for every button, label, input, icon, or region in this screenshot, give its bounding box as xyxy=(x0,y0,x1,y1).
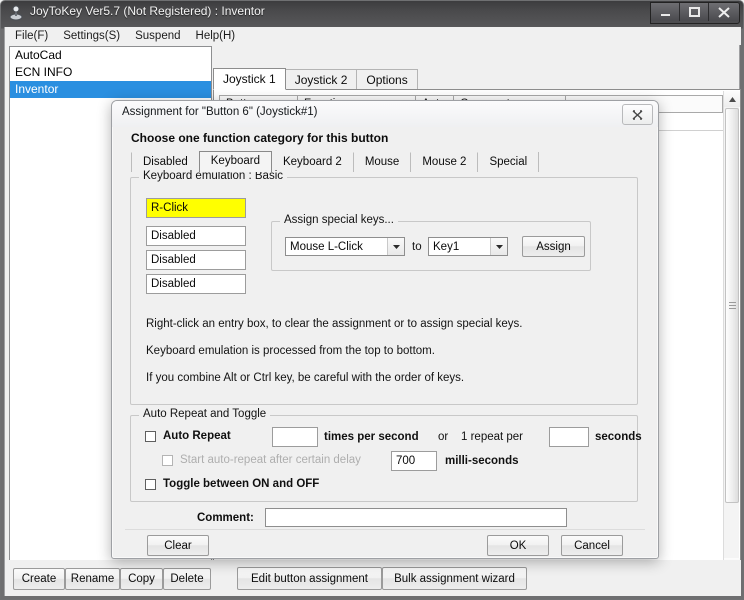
close-icon[interactable] xyxy=(622,104,653,125)
keyboard-entry-3[interactable]: Disabled xyxy=(146,250,246,270)
menubar: File(F) Settings(S) Suspend Help(H) xyxy=(5,27,741,45)
dialog-titlebar[interactable]: Assignment for "Button 6" (Joystick#1) xyxy=(112,101,658,127)
grid-vertical-scrollbar[interactable] xyxy=(723,91,740,574)
start-delay-label: Start auto-repeat after certain delay xyxy=(180,454,361,466)
menu-item-settings[interactable]: Settings(S) xyxy=(57,29,129,43)
tab-options[interactable]: Options xyxy=(356,69,418,90)
assign-button[interactable]: Assign xyxy=(522,236,585,257)
scrollbar-thumb[interactable] xyxy=(725,108,739,503)
tab-joystick-2[interactable]: Joystick 2 xyxy=(284,69,358,90)
auto-repeat-label: Auto Repeat xyxy=(163,430,231,442)
edit-button-assignment-button[interactable]: Edit button assignment xyxy=(237,567,382,590)
keyboard-note-1: Right-click an entry box, to clear the a… xyxy=(146,318,523,330)
copy-button[interactable]: Copy xyxy=(120,568,163,590)
auto-repeat-legend: Auto Repeat and Toggle xyxy=(139,408,271,420)
function-category-tabs: Disabled Keyboard Keyboard 2 Mouse Mouse… xyxy=(131,151,550,172)
milli-seconds-label: milli-seconds xyxy=(445,455,519,467)
seconds-label: seconds xyxy=(595,431,642,443)
one-repeat-per-label: 1 repeat per xyxy=(461,431,524,443)
tab-strip-filler xyxy=(416,69,427,90)
assign-special-keys-legend: Assign special keys... xyxy=(280,214,398,226)
chevron-down-icon[interactable] xyxy=(387,238,404,255)
keyboard-emulation-group: Keyboard emulation : Basic R-Click Disab… xyxy=(130,170,638,405)
minimize-icon[interactable] xyxy=(651,3,680,21)
start-delay-checkbox[interactable] xyxy=(162,454,173,466)
category-tab-filler xyxy=(538,152,550,172)
delay-milliseconds-input[interactable]: 700 xyxy=(391,451,437,471)
comment-input[interactable] xyxy=(265,508,567,527)
tab-disabled[interactable]: Disabled xyxy=(131,152,200,172)
clear-button[interactable]: Clear xyxy=(147,535,209,556)
toggle-on-off-checkbox-row[interactable]: Toggle between ON and OFF xyxy=(145,478,319,490)
cancel-button[interactable]: Cancel xyxy=(561,535,623,556)
tab-mouse[interactable]: Mouse xyxy=(352,152,412,172)
joystick-icon xyxy=(8,5,24,21)
tab-special[interactable]: Special xyxy=(477,152,540,172)
comment-label: Comment: xyxy=(197,512,254,524)
close-icon[interactable] xyxy=(709,3,739,21)
menu-item-suspend[interactable]: Suspend xyxy=(129,29,189,43)
special-key-target-value: Key1 xyxy=(433,240,460,253)
assign-special-keys-group: Assign special keys... Mouse L-Click to … xyxy=(271,214,591,271)
chevron-down-icon[interactable] xyxy=(490,238,507,255)
joystick-tabs: Joystick 1 Joystick 2 Options xyxy=(213,68,427,90)
keyboard-note-3: If you combine Alt or Ctrl key, be caref… xyxy=(146,372,465,384)
toggle-on-off-label: Toggle between ON and OFF xyxy=(163,478,320,490)
special-key-source-select[interactable]: Mouse L-Click xyxy=(285,237,405,256)
assign-to-label: to xyxy=(412,241,422,253)
ok-button[interactable]: OK xyxy=(487,535,549,556)
keyboard-entry-4[interactable]: Disabled xyxy=(146,274,246,294)
window-titlebar[interactable]: JoyToKey Ver5.7 (Not Registered) : Inven… xyxy=(0,0,744,27)
tab-keyboard[interactable]: Keyboard xyxy=(198,151,272,172)
dialog-heading: Choose one function category for this bu… xyxy=(131,131,389,145)
assignment-dialog: Assignment for "Button 6" (Joystick#1) C… xyxy=(111,100,659,559)
delete-button[interactable]: Delete xyxy=(163,568,211,590)
window-controls xyxy=(650,2,740,24)
auto-repeat-checkbox[interactable] xyxy=(145,430,156,442)
profile-item-autocad[interactable]: AutoCad xyxy=(10,47,211,64)
keyboard-note-2: Keyboard emulation is processed from the… xyxy=(146,345,435,357)
times-per-second-label: times per second xyxy=(324,431,419,443)
profile-item-ecn-info[interactable]: ECN INFO xyxy=(10,64,211,81)
maximize-icon[interactable] xyxy=(680,3,709,21)
window-title: JoyToKey Ver5.7 (Not Registered) : Inven… xyxy=(30,4,265,18)
special-key-source-value: Mouse L-Click xyxy=(290,240,363,253)
dialog-title: Assignment for "Button 6" (Joystick#1) xyxy=(122,106,318,118)
scroll-up-icon[interactable] xyxy=(724,91,740,107)
seconds-input[interactable] xyxy=(549,427,589,447)
tab-keyboard-2[interactable]: Keyboard 2 xyxy=(270,152,354,172)
bulk-assignment-wizard-button[interactable]: Bulk assignment wizard xyxy=(382,567,527,590)
toggle-on-off-checkbox[interactable] xyxy=(145,478,156,490)
tab-joystick-1[interactable]: Joystick 1 xyxy=(213,68,286,90)
dialog-separator xyxy=(125,529,645,530)
bottom-toolbar: Create Rename Copy Delete Edit button as… xyxy=(5,560,741,596)
times-per-second-input[interactable] xyxy=(272,427,318,447)
rename-button[interactable]: Rename xyxy=(65,568,120,590)
start-delay-checkbox-row[interactable]: Start auto-repeat after certain delay xyxy=(162,454,361,466)
menu-item-file[interactable]: File(F) xyxy=(9,29,57,43)
auto-repeat-checkbox-row[interactable]: Auto Repeat xyxy=(145,430,231,442)
scrollbar-grip-icon xyxy=(729,301,736,310)
joytokey-main-window: JoyToKey Ver5.7 (Not Registered) : Inven… xyxy=(0,0,744,600)
create-button[interactable]: Create xyxy=(13,568,65,590)
menu-item-help[interactable]: Help(H) xyxy=(190,29,245,43)
keyboard-entry-1[interactable]: R-Click xyxy=(146,198,246,218)
or-label: or xyxy=(438,431,449,443)
dialog-body: Choose one function category for this bu… xyxy=(117,127,653,556)
special-key-target-select[interactable]: Key1 xyxy=(428,237,508,256)
tab-mouse-2[interactable]: Mouse 2 xyxy=(410,152,479,172)
keyboard-entry-2[interactable]: Disabled xyxy=(146,226,246,246)
auto-repeat-toggle-group: Auto Repeat and Toggle Auto Repeat times… xyxy=(130,408,642,502)
profile-item-inventor[interactable]: Inventor xyxy=(10,81,211,98)
